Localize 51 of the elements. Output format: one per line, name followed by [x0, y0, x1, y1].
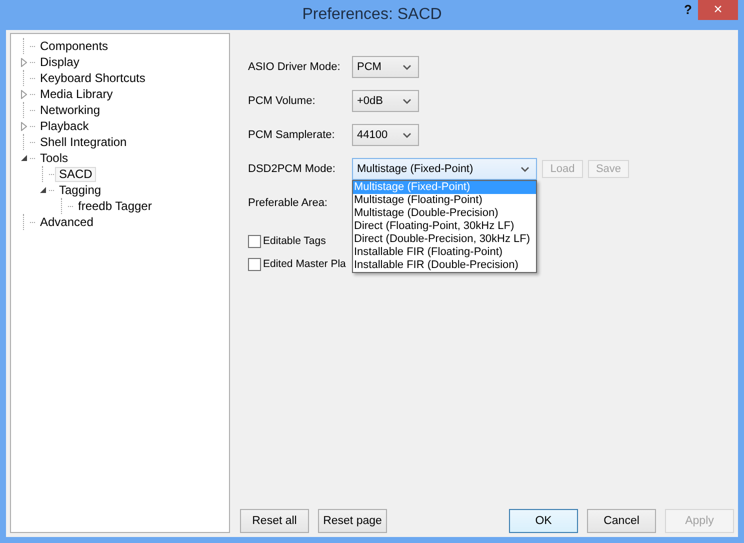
dialog-button[interactable]: Reset all [240, 509, 309, 533]
chevron-down-icon [521, 166, 529, 172]
dropdown-value: +0dB [357, 95, 383, 107]
close-button[interactable]: × [698, 0, 738, 20]
expanded-arrow-icon[interactable] [21, 154, 28, 162]
dropdown-option[interactable]: Installable FIR (Double-Precision) [353, 259, 536, 272]
tree-item[interactable]: Tagging [55, 182, 106, 198]
chevron-down-icon [403, 64, 411, 70]
field-label: PCM Samplerate: [248, 129, 336, 141]
dropdown-field[interactable]: Multistage (Fixed-Point) [352, 158, 537, 180]
tree-item[interactable]: Media Library [36, 86, 117, 102]
dropdown-option[interactable]: Multistage (Floating-Point) [353, 194, 536, 207]
checkbox[interactable] [248, 234, 261, 248]
field-label: PCM Volume: [248, 95, 316, 107]
dropdown-value: PCM [357, 61, 382, 73]
dropdown-field[interactable]: PCM [352, 56, 419, 78]
dialog-button[interactable]: Cancel [587, 509, 656, 533]
collapsed-arrow-icon[interactable] [21, 58, 27, 66]
collapsed-arrow-icon[interactable] [21, 122, 27, 130]
dropdown-option[interactable]: Direct (Floating-Point, 30kHz LF) [353, 220, 536, 233]
dialog-button[interactable]: Reset page [318, 509, 387, 533]
tree-item[interactable]: Networking [36, 102, 104, 118]
chevron-down-icon [403, 132, 411, 138]
chevron-down-icon [403, 98, 411, 104]
dropdown-option[interactable]: Installable FIR (Floating-Point) [353, 246, 536, 259]
tree-item[interactable]: Shell Integration [36, 134, 131, 150]
help-button[interactable]: ? [680, 2, 696, 17]
checkbox-label: Edited Master Pla [263, 258, 346, 270]
tree-item[interactable]: Display [36, 54, 84, 70]
dropdown-value: Multistage (Fixed-Point) [357, 163, 474, 175]
dropdown-option[interactable]: Multistage (Double-Precision) [353, 207, 536, 220]
dropdown-option[interactable]: Direct (Double-Precision, 30kHz LF) [353, 233, 536, 246]
field-label: Preferable Area: [248, 197, 328, 209]
tree-item[interactable]: Playback [36, 118, 93, 134]
dropdown-value: 44100 [357, 129, 388, 141]
expanded-arrow-icon[interactable] [40, 186, 47, 194]
window-title: Preferences: SACD [302, 6, 442, 24]
checkbox[interactable] [248, 258, 261, 270]
tree-item[interactable]: Advanced [36, 214, 98, 230]
dialog-button[interactable]: OK [509, 509, 578, 533]
field-label: ASIO Driver Mode: [248, 61, 342, 73]
dropdown-field[interactable]: +0dB [352, 90, 419, 112]
tree-item[interactable]: SACD [55, 166, 96, 182]
tree-item[interactable]: Keyboard Shortcuts [36, 70, 150, 86]
dropdown-field[interactable]: 44100 [352, 124, 419, 146]
collapsed-arrow-icon[interactable] [21, 90, 27, 98]
tree-item[interactable]: freedb Tagger [74, 198, 156, 214]
checkbox-label: Editable Tags [263, 235, 326, 247]
tree-item[interactable]: Components [36, 38, 112, 54]
field-label: DSD2PCM Mode: [248, 163, 336, 175]
tree-item[interactable]: Tools [36, 150, 72, 166]
